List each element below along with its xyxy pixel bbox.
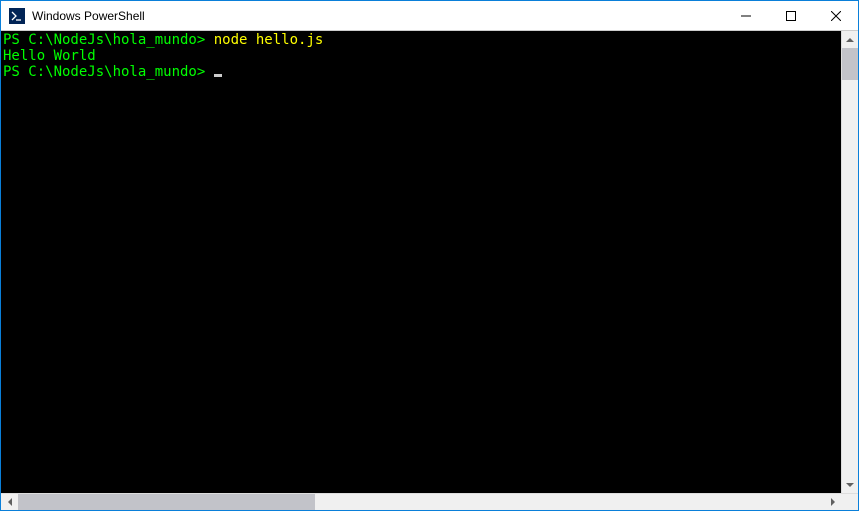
prompt-text: PS C:\NodeJs\hola_mundo> [3,32,205,48]
terminal-line: PS C:\NodeJs\hola_mundo> node hello.js [3,32,839,48]
output-text: Hello World [3,48,96,64]
terminal[interactable]: PS C:\NodeJs\hola_mundo> node hello.jsHe… [1,31,841,493]
window-title: Windows PowerShell [32,9,723,23]
scrollbar-corner [841,494,858,510]
minimize-button[interactable] [723,1,768,30]
window-controls [723,1,858,30]
vertical-scroll-track[interactable] [842,48,858,476]
scroll-down-button[interactable] [842,476,858,493]
horizontal-scroll-thumb[interactable] [18,494,315,510]
titlebar[interactable]: Windows PowerShell [1,1,858,31]
terminal-line: PS C:\NodeJs\hola_mundo> [3,64,839,80]
terminal-line: Hello World [3,48,839,64]
cursor [214,74,222,77]
command-text: node hello.js [205,32,323,48]
prompt-text: PS C:\NodeJs\hola_mundo> [3,64,205,80]
content-area: PS C:\NodeJs\hola_mundo> node hello.jsHe… [1,31,858,493]
maximize-button[interactable] [768,1,813,30]
vertical-scroll-thumb[interactable] [842,48,858,80]
scroll-left-button[interactable] [1,494,18,510]
scroll-right-button[interactable] [824,494,841,510]
powershell-icon [9,8,25,24]
vertical-scrollbar[interactable] [841,31,858,493]
horizontal-scrollbar[interactable] [1,493,858,510]
scroll-up-button[interactable] [842,31,858,48]
close-button[interactable] [813,1,858,30]
horizontal-scroll-track[interactable] [18,494,824,510]
